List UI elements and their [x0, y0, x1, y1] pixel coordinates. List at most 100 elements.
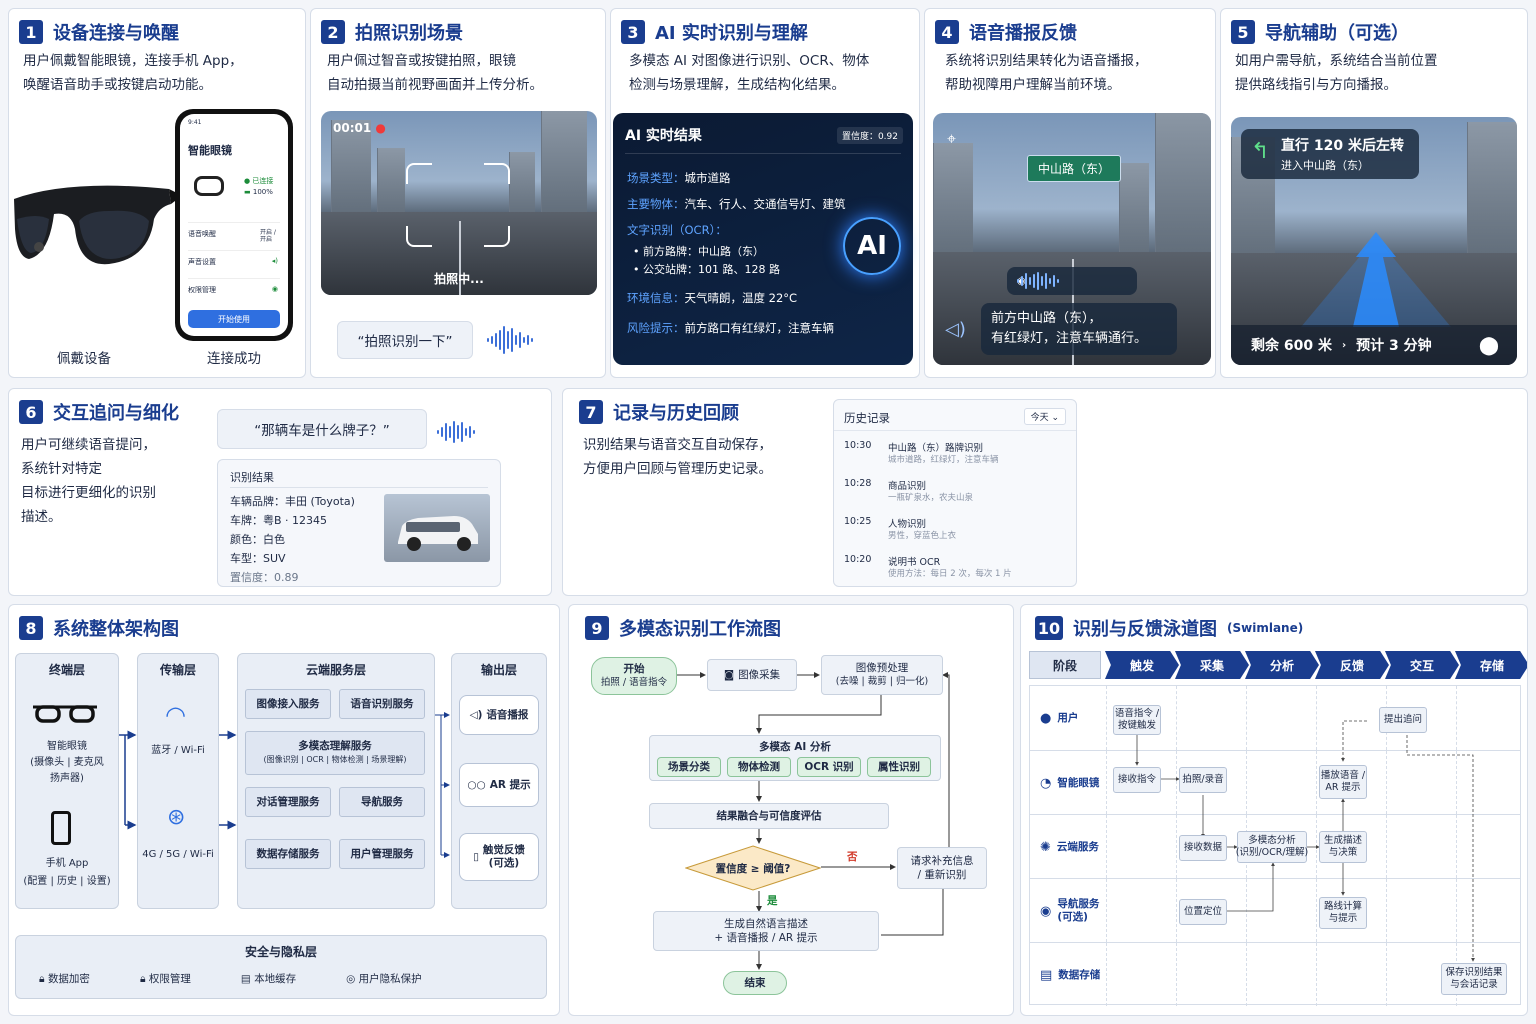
voice-message: 前方中山路（东）， 有红绿灯，注意车辆通行。 — [981, 303, 1177, 355]
field-value: 天气晴朗，温度 22°C — [684, 291, 798, 305]
panel-ai-recognition: 3 AI 实时识别与理解 多模态 AI 对图像进行识别、OCR、物体 检测与场景理解… — [610, 8, 920, 378]
panel-followup: 6 交互追问与细化 用户可继续语音提问， 系统针对特定 目标进行更细化的识别 描述。 “… — [8, 388, 552, 596]
history-item[interactable]: 10:28 商品识别 一瓶矿泉水，农夫山泉 — [844, 478, 1066, 516]
confidence-badge: 置信度：0.92 — [836, 127, 903, 144]
security-item: ◎ 用户隐私保护 — [346, 973, 422, 985]
start-button[interactable]: 开始使用 — [188, 310, 280, 328]
history-time: 10:30 — [844, 440, 872, 451]
step-number: 1 — [19, 20, 43, 44]
history-title: 历史记录 — [844, 411, 890, 425]
step-number: 4 — [935, 20, 959, 44]
panel-photo-capture: 2 拍照识别场景 用户佩过智音或按键拍照，眼镜 自动拍摄当前视野画面并上传分析。 0… — [310, 8, 606, 378]
swim-route: 路线计算 与提示 — [1319, 897, 1367, 929]
smart-glasses-image — [14, 185, 177, 265]
lock-icon: 🔒︎ — [139, 973, 146, 985]
security-item: 🔒︎ 权限管理 — [139, 973, 191, 985]
battery-level: 100% — [252, 188, 273, 196]
panel-voice-feedback: 4 语音播报反馈 系统将识别结果转化为语音播报， 帮助视障用户理解当前环境。 ⌖ 中… — [924, 8, 1216, 378]
field-value: 城市道路 — [684, 171, 731, 185]
swim-voice-trigger: 语音指令 / 按键触发 — [1113, 705, 1161, 735]
car-photo — [384, 494, 490, 562]
card-title: 识别结果 — [230, 468, 488, 488]
desc-line: 提供路线指引与方向播报。 — [1235, 77, 1397, 93]
step-number: 3 — [621, 20, 645, 44]
panel-title: 导航辅助（可选） — [1265, 23, 1409, 44]
desc-line: 用户佩戴智能眼镜，连接手机 App， — [23, 53, 243, 69]
panel-swimlane: 10 识别与反馈泳道图 (Swimlane) 阶段 触发 采集 分析 反馈 交互 存储 ● 用户… — [1020, 604, 1528, 1016]
swim-receive-data: 接收数据 — [1179, 835, 1227, 861]
camera-view: 00:01 ● 拍照中... — [321, 111, 597, 295]
field-value: 汽车、行人、交通信号灯、建筑 — [684, 197, 846, 211]
panel-title: 设备连接与唤醒 — [53, 23, 179, 44]
field-key: 文字识别（OCR）： — [627, 223, 727, 237]
step-number: 6 — [19, 400, 43, 424]
flow-start: 开始 拍照 / 语音指令 — [591, 657, 677, 695]
swim-receive-cmd: 接收指令 — [1113, 767, 1161, 793]
voice-wave-icon — [437, 419, 475, 445]
lock-icon: 🔒︎ — [39, 973, 45, 985]
panel-workflow: 9 多模态识别工作流图 开始 拍照 / 语音指令 ◙ 图像采集 图像预处理 (去噪 | … — [568, 604, 1014, 1016]
panel-history: 7 记录与历史回顾 识别结果与语音交互自动保存， 方便用户回顾与管理历史记录。 历史… — [562, 388, 1528, 596]
turn-instruction: ↰ 直行 120 米后左转 进入中山路（东） — [1241, 129, 1419, 179]
record-dot-icon: ● — [375, 121, 386, 135]
date-filter-dropdown[interactable]: 今天 ⌄ — [1023, 408, 1066, 425]
audio-wave-bar: ◉ — [1007, 267, 1137, 295]
history-item[interactable]: 10:25 人物识别 男性，穿蓝色上衣 — [844, 516, 1066, 554]
result-field: 置信度：0.89 — [230, 571, 299, 584]
card-title: AI 实时结果 — [625, 128, 702, 144]
desc-line: 多模态 AI 对图像进行识别、OCR、物体 — [629, 53, 870, 69]
history-card: 历史记录 今天 ⌄ 10:30 中山路（东）路牌识别 城市道路，红绿灯，注意车辆 10… — [833, 399, 1077, 587]
decision-label: 置信度 ≥ 阈值? — [715, 863, 791, 875]
history-detail: 使用方法：每日 2 次，每次 1 片 — [888, 569, 1012, 579]
history-item[interactable]: 10:30 中山路（东）路牌识别 城市道路，红绿灯，注意车辆 — [844, 440, 1066, 478]
voice-wave-icon — [487, 325, 533, 355]
desc-line: 用户佩过智音或按键拍照，眼镜 — [327, 53, 516, 69]
desc-line: 描述。 — [21, 509, 62, 525]
flow-fusion: 结果融合与可信度评估 — [649, 803, 889, 829]
history-item[interactable]: 10:20 说明书 OCR 使用方法：每日 2 次，每次 1 片 — [844, 554, 1066, 592]
security-item: ▤ 本地缓存 — [240, 973, 297, 985]
setting-value: 开启 / 开启 — [260, 229, 276, 243]
security-title: 安全与隐私层 — [244, 945, 317, 959]
flow-end: 结束 — [723, 971, 787, 995]
history-time: 10:25 — [844, 516, 872, 527]
swim-play: 播放语音 / AR 提示 — [1319, 765, 1367, 799]
panel-title: 记录与历史回顾 — [613, 403, 739, 424]
desc-line: 检测与场景理解，生成结构化结果。 — [629, 77, 845, 93]
setting-row[interactable]: 声音设置 ◂) — [188, 250, 280, 267]
step-number: 5 — [1231, 20, 1255, 44]
desc-line: 自动拍摄当前视野画面并上传分析。 — [327, 77, 543, 93]
volume-icon: ◂) — [271, 257, 278, 265]
setting-row[interactable]: 权限管理 ◉ — [188, 278, 280, 295]
camera-icon: ◙ — [723, 669, 735, 681]
voice-command-bubble: “拍照识别一下” — [337, 321, 473, 359]
ai-badge-icon: AI — [843, 217, 901, 275]
swimlane-arrows — [1135, 720, 1475, 962]
battery-icon: ▬ — [244, 188, 251, 196]
database-icon: ▤ — [240, 973, 251, 985]
street-sign: 中山路（东） — [1027, 155, 1122, 182]
question-bubble: “那辆车是什么牌子？” — [217, 409, 427, 449]
analysis-attribute: 属性识别 — [867, 757, 931, 777]
connect-status: 已连接 — [252, 177, 274, 185]
user-shield-icon: ◎ — [346, 973, 356, 985]
swim-capture: 拍照/录音 — [1179, 767, 1227, 793]
ar-navigation-view: ↰ 直行 120 米后左转 进入中山路（东） 剩余 600 米 › 预计 3 分钟 ⬤ — [1231, 117, 1517, 365]
setting-row[interactable]: 语音唤醒 开启 / 开启 — [188, 222, 280, 243]
desc-line: 用户可继续语音提问， — [21, 437, 156, 453]
history-title: 中山路（东）路牌识别 — [888, 443, 984, 454]
panel-device-connect: 1 设备连接与唤醒 用户佩戴智能眼镜，连接手机 App， 唤醒语音助手或按键启动功能… — [8, 8, 306, 378]
location-pin-icon: ⬤ — [1478, 334, 1499, 356]
analysis-object: 物体检测 — [727, 757, 791, 777]
history-title: 商品识别 — [888, 481, 927, 492]
panel-architecture: 8 系统整体架构图 终端层 传输层 云端服务层 输出层 智能眼镜 (摄像头 | 麦克… — [8, 604, 560, 1016]
turn-left-icon: ↰ — [1251, 139, 1270, 164]
accessibility-icon: ⌖ — [947, 129, 957, 148]
flow-request-more: 请求补充信息 / 重新识别 — [897, 847, 987, 889]
street-view: ⌖ 中山路（东） ◉ ◁) 前方中山路（东），有红绿灯，注意车辆通行。 — [933, 113, 1211, 365]
record-time: 00:01 ● — [333, 121, 386, 135]
glasses-icon — [194, 176, 224, 196]
ai-result-card: AI 实时结果 置信度：0.92 场景类型：城市道路 主要物体：汽车、行人、交通… — [613, 113, 913, 365]
analysis-scene: 场景分类 — [657, 757, 721, 777]
panel-title: AI 实时识别与理解 — [655, 23, 808, 44]
